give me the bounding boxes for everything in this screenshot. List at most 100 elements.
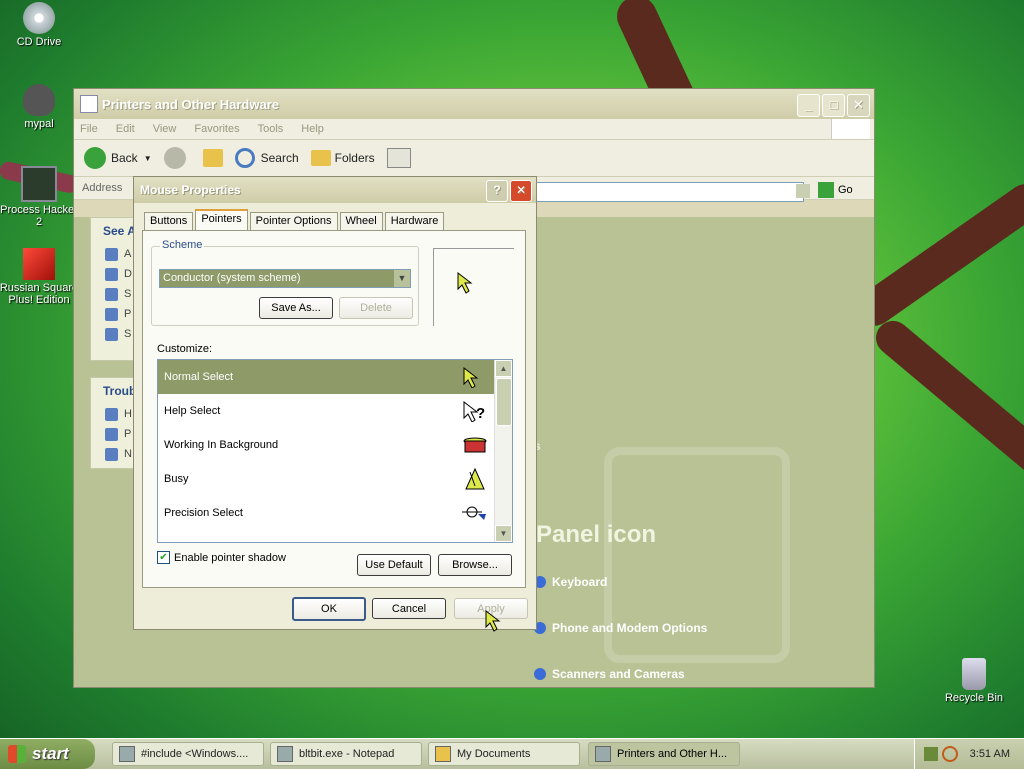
help-button[interactable]: ? — [486, 180, 508, 202]
minimize-button[interactable]: _ — [797, 94, 820, 117]
use-default-button[interactable]: Use Default — [357, 554, 431, 576]
cd-drive-icon — [23, 2, 55, 34]
help-icon — [105, 447, 118, 461]
taskbar: start #include <Windows.... bltbit.exe -… — [0, 738, 1024, 769]
clock[interactable]: 3:51 AM — [970, 748, 1010, 760]
menu-favorites[interactable]: Favorites — [194, 123, 239, 135]
save-as-button[interactable]: Save As... — [259, 297, 333, 319]
phone-modem-link[interactable]: Phone and Modem Options — [534, 621, 707, 635]
desktop-icon-label: Recycle Bin — [944, 692, 1004, 704]
taskbar-item-printers[interactable]: Printers and Other H... — [588, 742, 740, 766]
scroll-down-icon[interactable]: ▼ — [495, 525, 512, 542]
menu-edit[interactable]: Edit — [116, 123, 135, 135]
menu-file[interactable]: File — [80, 123, 98, 135]
taskbar-item-my-documents[interactable]: My Documents — [428, 742, 580, 766]
folder-up-icon — [202, 149, 223, 167]
desktop-icon-mypal[interactable]: mypal — [0, 84, 79, 130]
notepad-icon — [277, 746, 293, 762]
pointer-row-normal-select[interactable]: Normal Select — [158, 360, 494, 394]
desktop-icon-label: Process Hacker 2 — [0, 204, 78, 228]
go-button[interactable]: Go — [818, 182, 853, 198]
pointer-list[interactable]: Normal Select Help Select ? Working In B… — [157, 359, 513, 543]
back-label: Back — [111, 151, 138, 165]
tab-buttons[interactable]: Buttons — [144, 212, 194, 232]
back-button[interactable]: Back ▼ — [84, 147, 152, 169]
desktop-icon-cd-drive[interactable]: CD Drive — [0, 2, 79, 48]
folders-button[interactable]: Folders — [310, 150, 375, 166]
keyboard-link[interactable]: Keyboard — [534, 575, 607, 589]
windows-flag-icon — [8, 745, 26, 763]
scroll-up-icon[interactable]: ▲ — [495, 360, 512, 377]
search-button[interactable]: Search — [234, 148, 299, 168]
svg-text:?: ? — [476, 405, 485, 422]
search-tray-icon[interactable] — [941, 746, 958, 762]
pointer-row-busy[interactable]: Busy — [158, 462, 494, 496]
close-button[interactable]: ✕ — [847, 94, 870, 117]
raccoon-icon — [23, 84, 55, 116]
search-label: Search — [260, 151, 299, 165]
customize-label: Customize: — [157, 343, 213, 355]
browse-button[interactable]: Browse... — [438, 554, 512, 576]
address-input[interactable] — [534, 182, 804, 202]
printer-icon — [595, 746, 611, 762]
start-button[interactable]: start — [0, 739, 95, 769]
go-label: Go — [838, 184, 853, 196]
forward-button[interactable] — [163, 147, 191, 169]
address-dropdown-button[interactable] — [796, 184, 810, 198]
link-icon — [105, 327, 118, 341]
wallpaper-branch — [869, 313, 1024, 488]
desktop-icon-recycle-bin[interactable]: Recycle Bin — [934, 658, 1014, 704]
enable-pointer-shadow-label: Enable pointer shadow — [174, 551, 286, 564]
desktop-icon-label: Russian Square Plus! Edition — [0, 282, 79, 306]
ok-button[interactable]: OK — [292, 597, 366, 621]
app-icon — [119, 746, 135, 762]
wallpaper-branch — [849, 177, 1024, 333]
tab-hardware[interactable]: Hardware — [384, 212, 445, 232]
back-arrow-icon — [84, 147, 106, 169]
desktop-icon-russian-square[interactable]: Russian Square Plus! Edition — [0, 248, 79, 306]
menu-view[interactable]: View — [153, 123, 177, 135]
dialog-title-bar[interactable]: Mouse Properties ? ✕ — [134, 177, 536, 203]
enable-pointer-shadow-checkbox[interactable]: ✔ Enable pointer shadow — [157, 551, 286, 564]
system-tray: 3:51 AM — [914, 739, 1024, 769]
arrow-cursor-icon — [463, 366, 479, 388]
maximize-button[interactable]: □ — [822, 94, 845, 117]
drum-cursor-icon — [463, 437, 487, 453]
folders-icon — [310, 150, 331, 166]
link-icon — [105, 247, 118, 261]
cancel-button[interactable]: Cancel — [372, 598, 446, 619]
desktop-icon-process-hacker[interactable]: Process Hacker 2 — [0, 166, 79, 228]
tab-wheel[interactable]: Wheel — [339, 212, 383, 232]
folders-label: Folders — [334, 151, 375, 165]
windows-logo-icon — [831, 119, 870, 139]
chevron-down-icon[interactable]: ▼ — [394, 270, 410, 287]
taskbar-item-notepad[interactable]: bltbit.exe - Notepad — [270, 742, 422, 766]
dialog-close-button[interactable]: ✕ — [510, 180, 532, 202]
menu-tools[interactable]: Tools — [258, 123, 284, 135]
checkbox-checked-icon: ✔ — [157, 551, 170, 564]
scroll-thumb[interactable] — [496, 378, 512, 426]
pointer-row-working-in-background[interactable]: Working In Background — [158, 428, 494, 462]
help-icon — [105, 407, 118, 421]
menu-bar: File Edit View Favorites Tools Help — [74, 119, 874, 140]
menu-help[interactable]: Help — [301, 123, 324, 135]
pointer-row-help-select[interactable]: Help Select ? — [158, 394, 494, 428]
pointer-row-precision-select[interactable]: Precision Select — [158, 496, 494, 530]
taskbar-item-include[interactable]: #include <Windows.... — [112, 742, 264, 766]
scheme-value: Conductor (system scheme) — [163, 272, 301, 284]
network-icon[interactable] — [923, 747, 938, 761]
explorer-title-bar[interactable]: Printers and Other Hardware _ □ ✕ — [74, 89, 874, 119]
precision-cursor-icon — [462, 506, 486, 520]
scanners-cameras-link[interactable]: Scanners and Cameras — [534, 667, 685, 681]
link-icon — [105, 287, 118, 301]
pointer-list-scrollbar[interactable]: ▲ ▼ — [494, 360, 512, 542]
delete-button[interactable]: Delete — [339, 297, 413, 319]
views-button[interactable] — [386, 148, 411, 168]
scheme-select[interactable]: Conductor (system scheme) ▼ — [159, 269, 411, 288]
desktop-icon-label: mypal — [24, 118, 54, 130]
up-button[interactable] — [202, 149, 223, 167]
tab-pointer-options[interactable]: Pointer Options — [249, 212, 338, 232]
folder-icon — [435, 746, 451, 762]
explorer-title: Printers and Other Hardware — [102, 96, 279, 112]
start-label: start — [32, 744, 69, 763]
